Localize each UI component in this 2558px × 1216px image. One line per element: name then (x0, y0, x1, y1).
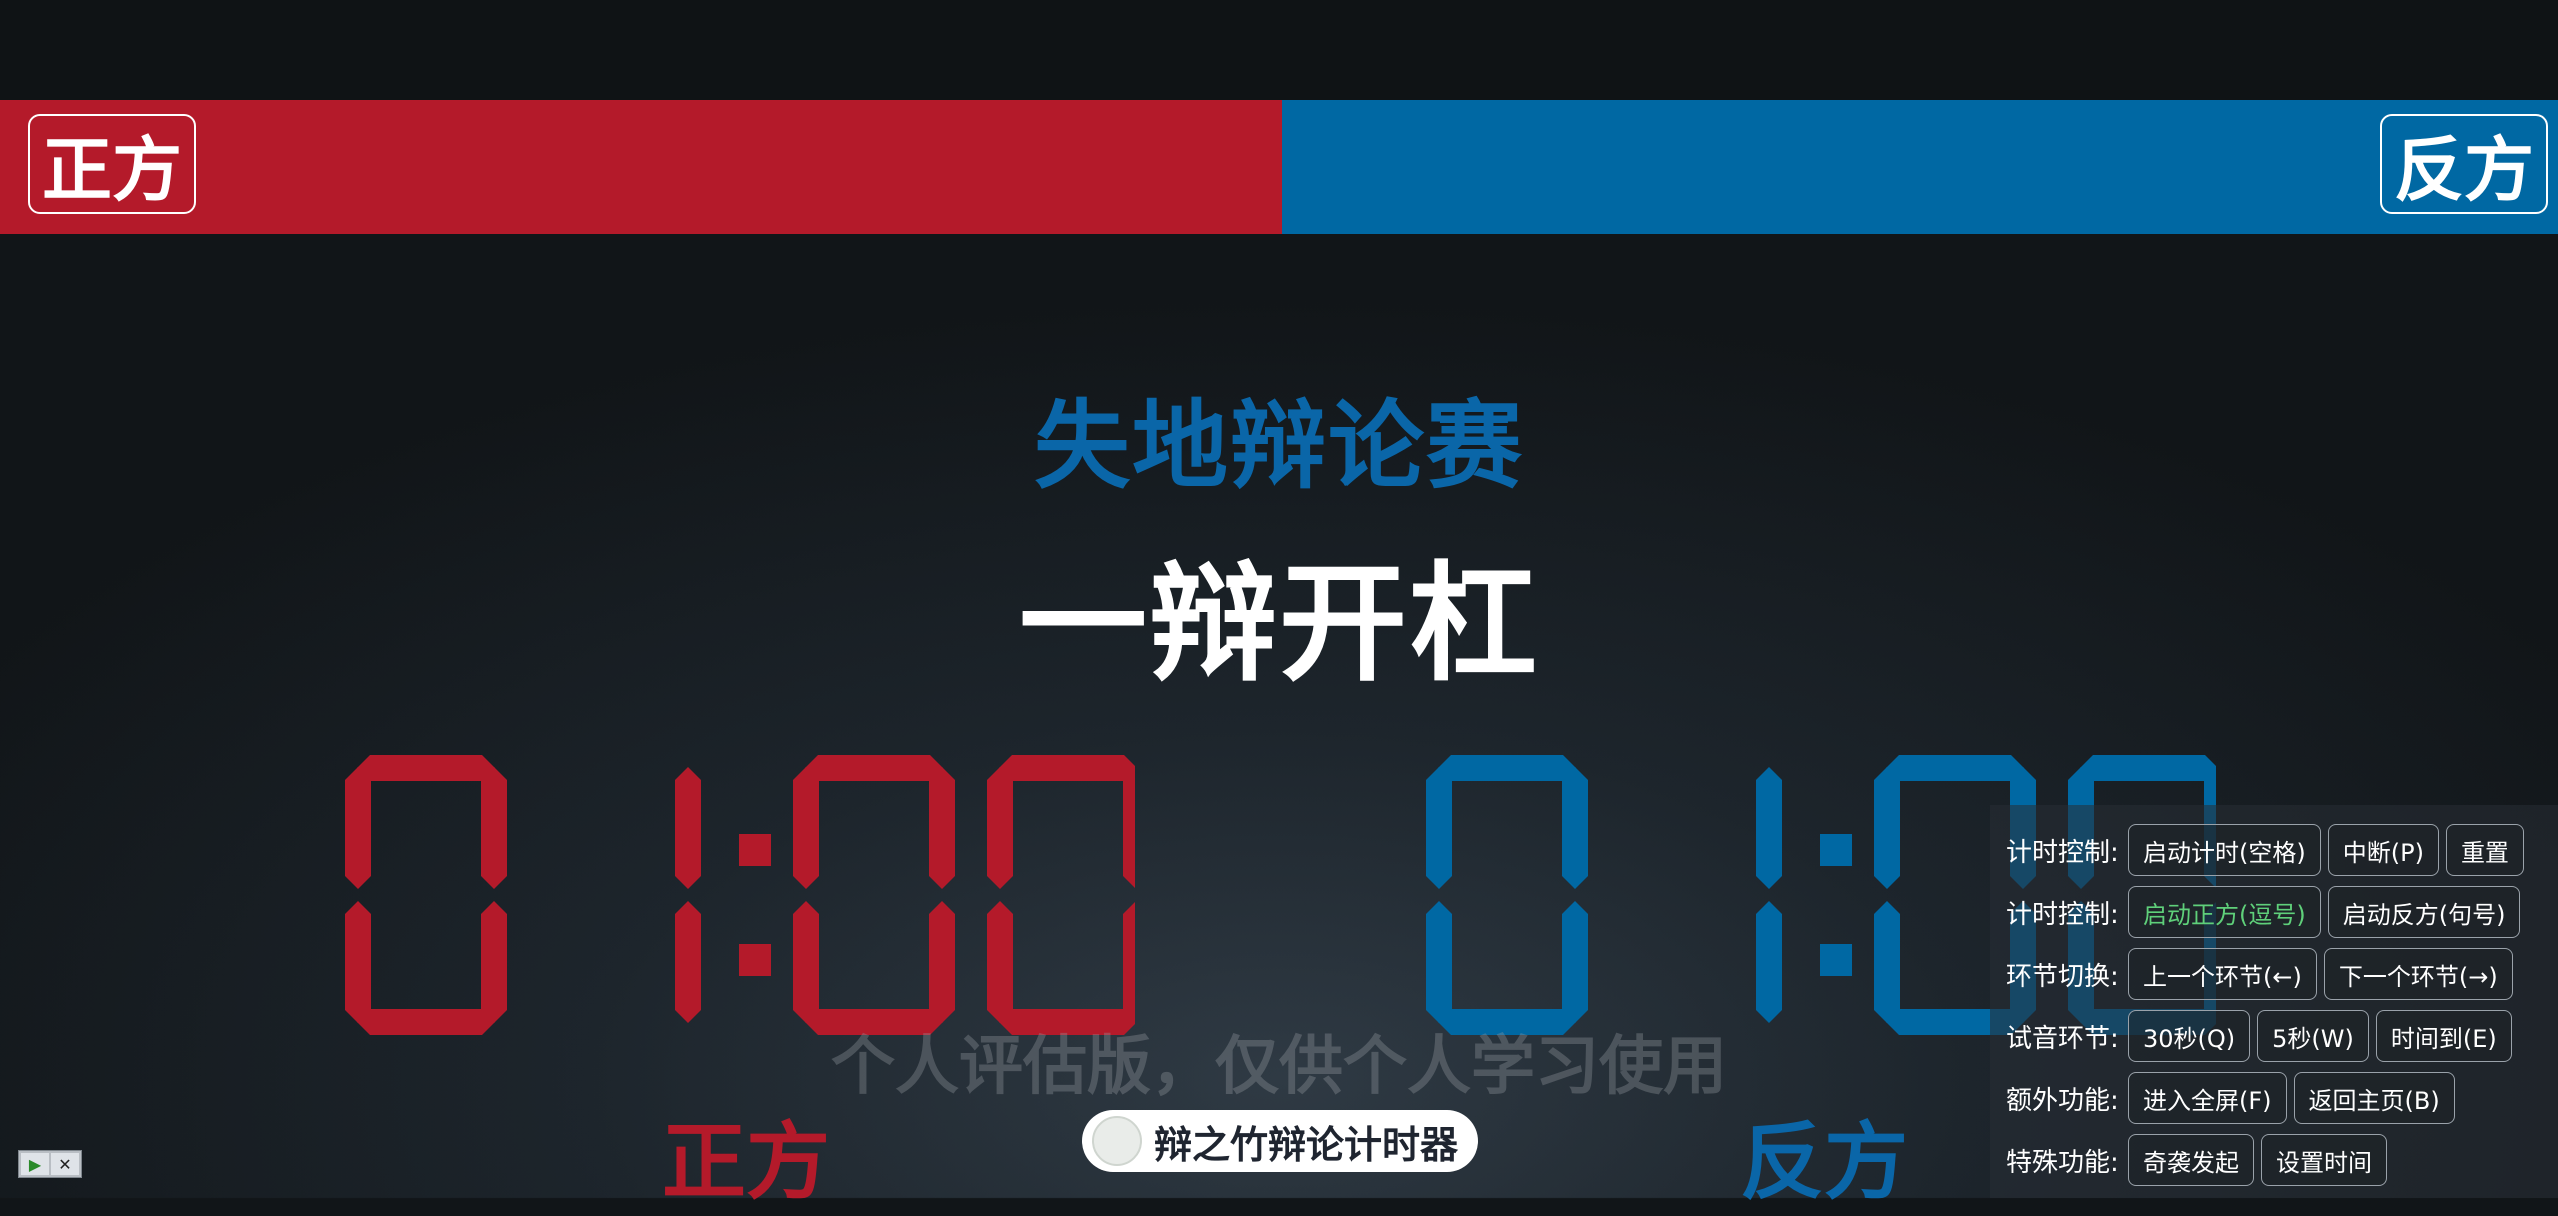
control-row: 特殊功能: 奇袭发起 设置时间 (2006, 1129, 2544, 1191)
control-button[interactable]: 启动反方(句号) (2327, 886, 2521, 938)
control-button[interactable]: 进入全屏(F) (2128, 1072, 2287, 1124)
timer-segment (1438, 755, 1576, 781)
timer-segment (345, 767, 371, 889)
control-row-label: 环节切换: (2006, 961, 2119, 992)
stage-title: 一辩开杠 (1018, 549, 1539, 699)
timer-segment (357, 755, 495, 781)
control-row: 试音环节: 30秒(Q) 5秒(W) 时间到(E) (2006, 1005, 2544, 1067)
timer-colon-dot (739, 944, 771, 976)
control-panel: 计时控制: 启动计时(空格) 中断(P) 重置 计时控制: 启动正方(逗号) 启动反方(句号… (1990, 805, 2558, 1198)
timer-segment (929, 767, 955, 889)
control-row: 计时控制: 启动计时(空格) 中断(P) 重置 (2006, 819, 2544, 881)
timer-segment (1562, 901, 1588, 1023)
close-icon[interactable]: ✕ (51, 1153, 79, 1175)
bamboo-logo-icon (1092, 1116, 1142, 1166)
control-row: 计时控制: 启动正方(逗号) 启动反方(句号) (2006, 881, 2544, 943)
timer-segment (481, 767, 507, 889)
timer-digit (987, 755, 1135, 1035)
control-row-label: 额外功能: (2006, 1085, 2119, 1116)
control-button[interactable]: 设置时间 (2261, 1134, 2387, 1186)
mini-window-controls: ▶ ✕ (18, 1150, 82, 1178)
control-row: 额外功能: 进入全屏(F) 返回主页(B) (2006, 1067, 2544, 1129)
timer-segment (481, 901, 507, 1023)
timer-segment (2080, 755, 2216, 781)
control-button[interactable]: 下一个环节(→) (2323, 948, 2513, 1000)
control-button[interactable]: 时间到(E) (2375, 1010, 2512, 1062)
control-row-label: 计时控制: (2006, 837, 2119, 868)
timer-segment (345, 901, 371, 1023)
control-row-label: 试音环节: (2006, 1023, 2119, 1054)
pro-side-badge: 正方 (28, 114, 196, 214)
timer-segment (1756, 901, 1782, 1023)
control-button[interactable]: 奇袭发起 (2128, 1134, 2254, 1186)
timer-segment (793, 767, 819, 889)
control-button[interactable]: 5秒(W) (2257, 1010, 2369, 1062)
timer-digit (1426, 755, 1588, 1035)
timer-digit (675, 767, 701, 1023)
control-button[interactable]: 中断(P) (2327, 824, 2439, 876)
brand-badge: 辩之竹辩论计时器 (1082, 1110, 1478, 1172)
timer-segment (987, 901, 1013, 1023)
timer-segment (1874, 901, 1900, 1023)
timer-segment (805, 755, 943, 781)
con-header-bar: 反方 (1282, 100, 2558, 234)
timer-segment (1562, 767, 1588, 889)
timer-colon-dot (1820, 834, 1852, 866)
timer-segment (1874, 767, 1900, 889)
timer-segment (987, 767, 1013, 889)
control-button[interactable]: 返回主页(B) (2293, 1072, 2455, 1124)
timer-segment (1426, 901, 1452, 1023)
timer-segment (675, 767, 701, 889)
control-button[interactable]: 上一个环节(←) (2128, 948, 2317, 1000)
con-side-badge: 反方 (2380, 114, 2548, 214)
control-row-label: 计时控制: (2006, 899, 2119, 930)
timer-segment (1756, 767, 1782, 889)
timer-segment (675, 901, 701, 1023)
control-button[interactable]: 30秒(Q) (2128, 1010, 2251, 1062)
timer-colon-dot (1820, 944, 1852, 976)
pro-header-bar: 正方 (0, 100, 1282, 234)
timer-segment (999, 755, 1135, 781)
brand-name: 辩之竹辩论计时器 (1154, 1121, 1459, 1167)
control-row: 环节切换: 上一个环节(←) 下一个环节(→) (2006, 943, 2544, 1005)
timer-segment (1123, 768, 1135, 888)
timer-digit (1756, 767, 1782, 1023)
control-row-label: 特殊功能: (2006, 1147, 2119, 1178)
timer-segment (929, 901, 955, 1023)
play-icon[interactable]: ▶ (21, 1153, 49, 1175)
top-strip (0, 0, 2558, 100)
timer-colon-dot (739, 834, 771, 866)
timer-segment (793, 901, 819, 1023)
control-button[interactable]: 启动正方(逗号) (2128, 886, 2321, 938)
timer-segment (1886, 755, 2024, 781)
timer-digit (345, 755, 507, 1035)
timer-digit (793, 755, 955, 1035)
pro-timer-display (345, 755, 1135, 1035)
control-button[interactable]: 重置 (2445, 824, 2524, 876)
event-title: 失地辩论赛 (1034, 389, 1524, 502)
control-button[interactable]: 启动计时(空格) (2128, 824, 2321, 876)
timer-segment (1123, 902, 1135, 1022)
timer-segment (1426, 767, 1452, 889)
